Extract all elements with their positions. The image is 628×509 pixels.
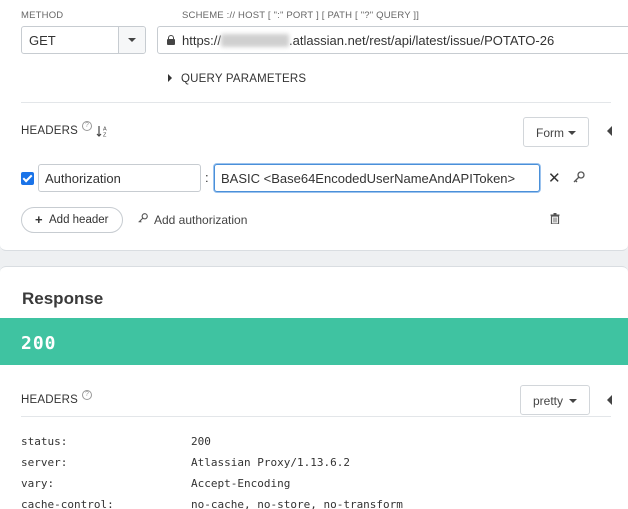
header-enabled-checkbox[interactable]	[21, 172, 34, 185]
page: METHOD SCHEME :// HOST [ ":" PORT ] [ PA…	[0, 0, 628, 509]
header-value-input[interactable]: BASIC <Base64EncodedUserNameAndAPIToken>	[214, 164, 540, 192]
key-icon	[138, 213, 148, 223]
add-authorization-label: Add authorization	[154, 213, 248, 227]
collapse-icon[interactable]	[607, 126, 612, 136]
headers-mode-dropdown[interactable]: Form	[523, 117, 589, 147]
divider	[21, 102, 611, 103]
trash-icon[interactable]	[550, 213, 560, 224]
divider	[21, 416, 611, 417]
help-icon[interactable]: ?	[82, 390, 92, 400]
chevron-right-icon	[168, 74, 172, 82]
response-panel: Response 200 HEADERS ? pretty status: 200…	[0, 266, 628, 509]
response-header-row: cache-control: no-cache, no-store, no-tra…	[21, 498, 403, 509]
response-header-key: vary:	[21, 477, 55, 490]
response-header-key: status:	[21, 435, 68, 448]
url-value: https://.atlassian.net/rest/api/latest/i…	[182, 33, 555, 48]
response-header-key: server:	[21, 456, 68, 469]
query-parameters-label: QUERY PARAMETERS	[181, 73, 307, 85]
lock-icon	[167, 35, 175, 45]
method-value: GET	[29, 33, 56, 48]
add-header-label: Add header	[49, 214, 109, 226]
response-title: Response	[22, 289, 104, 308]
method-label: METHOD	[21, 10, 64, 21]
url-input[interactable]: https://.atlassian.net/rest/api/latest/i…	[157, 26, 628, 54]
help-icon[interactable]: ?	[82, 121, 92, 131]
status-bar: 200	[0, 318, 628, 365]
status-code: 200	[21, 333, 57, 354]
header-value-text: BASIC <Base64EncodedUserNameAndAPIToken>	[221, 171, 516, 186]
url-label: SCHEME :// HOST [ ":" PORT ] [ PATH [ "?…	[182, 10, 420, 21]
headers-title: HEADERS	[21, 125, 78, 137]
plus-icon: +	[35, 212, 43, 227]
collapse-icon[interactable]	[607, 395, 612, 405]
redacted-host	[221, 34, 290, 47]
request-panel: METHOD SCHEME :// HOST [ ":" PORT ] [ PA…	[0, 0, 628, 251]
chevron-down-icon	[569, 399, 577, 403]
header-name-input[interactable]: Authorization	[38, 164, 201, 192]
query-parameters-toggle[interactable]: QUERY PARAMETERS	[168, 73, 306, 85]
chevron-down-icon	[568, 131, 576, 135]
response-header-value: Accept-Encoding	[191, 477, 291, 490]
header-colon: :	[205, 170, 209, 185]
close-icon[interactable]: ✕	[548, 171, 561, 186]
response-header-row: status: 200	[21, 435, 211, 448]
response-headers-mode-dropdown[interactable]: pretty	[520, 385, 590, 415]
header-name-value: Authorization	[45, 171, 121, 186]
headers-mode-value: Form	[536, 126, 564, 140]
response-header-row: vary: Accept-Encoding	[21, 477, 290, 490]
response-header-value: 200	[191, 435, 211, 448]
svg-text:Z: Z	[103, 133, 107, 138]
response-headers-title: HEADERS	[21, 394, 78, 406]
response-header-value: no-cache, no-store, no-transform	[191, 498, 403, 509]
response-header-row: server: Atlassian Proxy/1.13.6.2	[21, 456, 350, 469]
sort-icon[interactable]: A Z	[96, 125, 110, 137]
key-icon[interactable]	[572, 170, 586, 184]
response-header-key: cache-control:	[21, 498, 114, 509]
chevron-down-icon[interactable]	[118, 27, 145, 53]
response-header-value: Atlassian Proxy/1.13.6.2	[191, 456, 350, 469]
method-select[interactable]: GET	[21, 26, 146, 54]
response-headers-mode-value: pretty	[533, 394, 564, 408]
add-header-button[interactable]: + Add header	[21, 207, 123, 233]
